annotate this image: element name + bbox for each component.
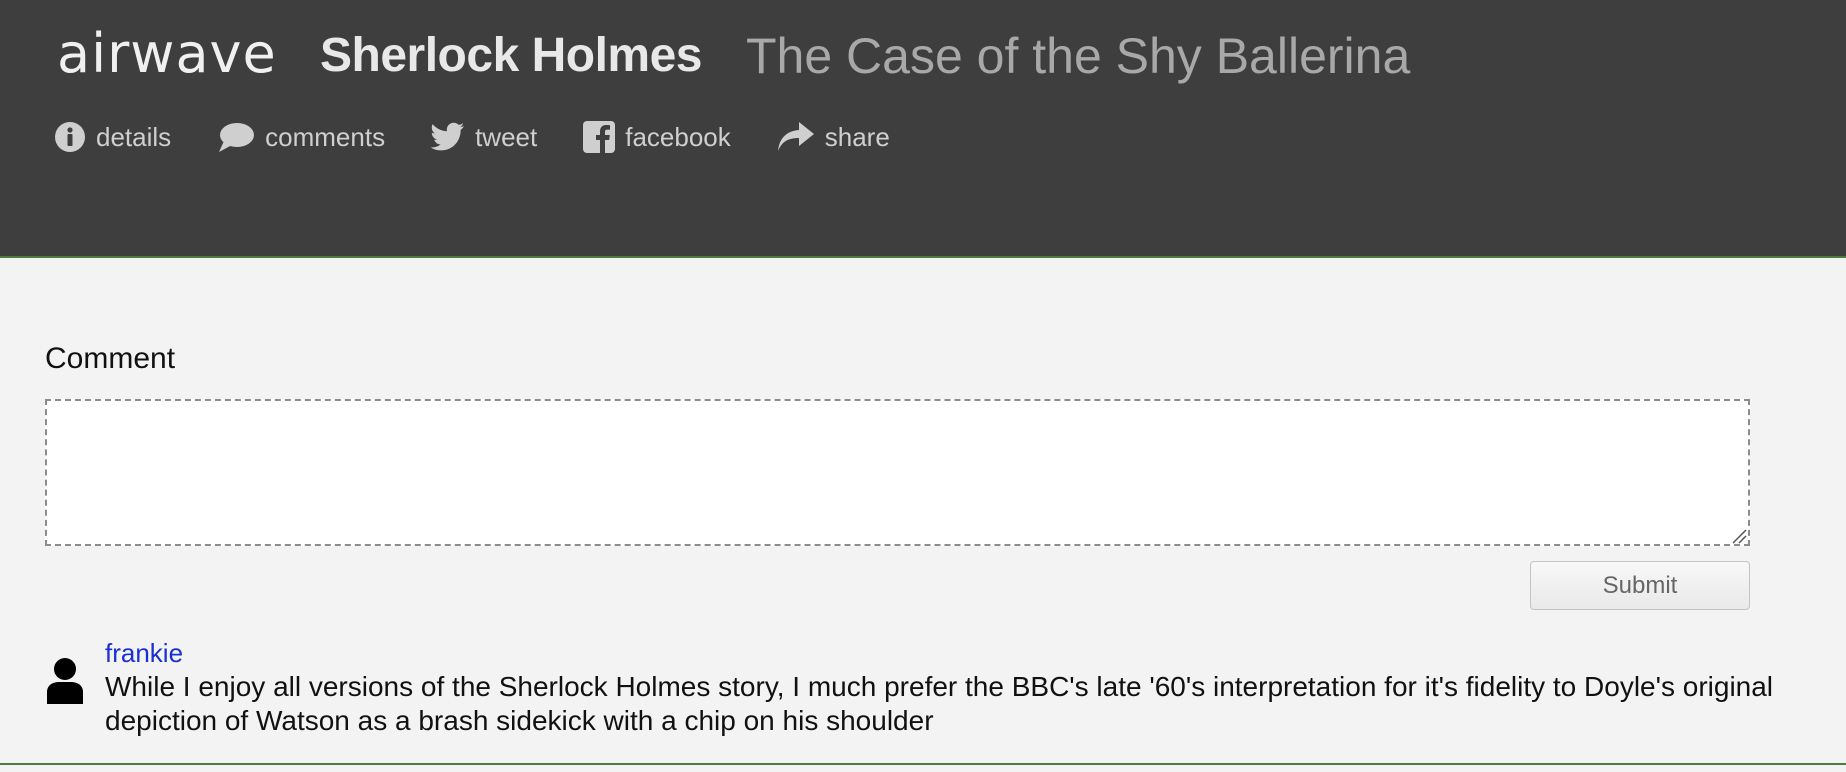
nav-item-comments[interactable]: comments: [217, 121, 385, 153]
facebook-icon: [583, 121, 616, 153]
show-title: Sherlock Holmes: [320, 29, 702, 82]
resize-grip-icon[interactable]: [1731, 528, 1747, 544]
comments-section: Comment Submit frankie While I enjoy all…: [0, 260, 1846, 764]
nav-item-label: tweet: [475, 121, 538, 152]
nav-item-label: facebook: [625, 121, 731, 152]
nav-item-facebook[interactable]: facebook: [583, 121, 731, 153]
nav-item-label: details: [96, 121, 172, 152]
action-nav: details comments tweet facebook share: [54, 116, 936, 158]
nav-item-label: comments: [265, 121, 386, 152]
info-icon: [54, 121, 86, 153]
comment-author-link[interactable]: frankie: [105, 638, 183, 669]
nav-item-label: share: [824, 121, 890, 152]
comment-textarea[interactable]: [45, 399, 1750, 546]
nav-item-share[interactable]: share: [777, 121, 890, 153]
user-silhouette-icon: [47, 658, 83, 704]
share-arrow-icon: [777, 121, 815, 153]
episode-title: The Case of the Shy Ballerina: [746, 28, 1411, 84]
nav-item-details[interactable]: details: [54, 121, 171, 153]
comment-heading: Comment: [45, 342, 176, 375]
comment-text: While I enjoy all versions of the Sherlo…: [105, 671, 1774, 736]
brand-logo[interactable]: airwave: [57, 22, 277, 86]
divider: [0, 763, 1846, 765]
speech-bubble-icon: [217, 121, 255, 153]
header-bar: airwave Sherlock Holmes The Case of the …: [0, 0, 1846, 258]
nav-item-tweet[interactable]: tweet: [431, 122, 537, 153]
submit-button[interactable]: Submit: [1530, 561, 1750, 610]
twitter-icon: [431, 122, 465, 152]
